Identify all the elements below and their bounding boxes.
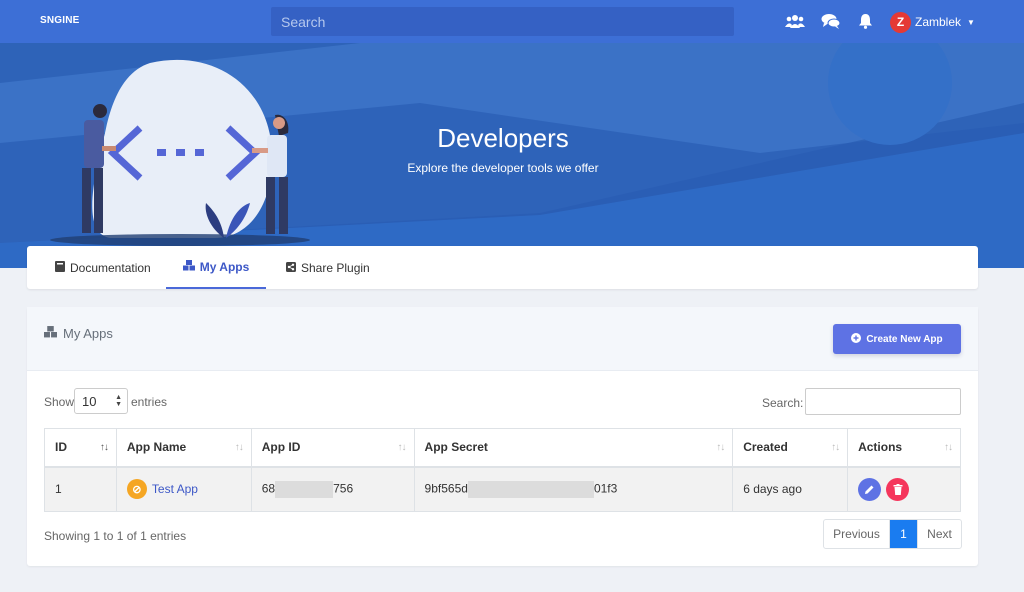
pencil-icon (865, 485, 874, 494)
user-menu[interactable]: Z Zamblek ▼ (890, 11, 975, 33)
pagination: Previous 1 Next (823, 519, 962, 549)
card-title: My Apps (44, 326, 113, 341)
caret-down-icon: ▼ (967, 17, 975, 27)
hero-background (0, 43, 1024, 268)
column-header-actions[interactable]: Actions ↑↓ (847, 428, 961, 468)
global-search[interactable] (271, 7, 734, 36)
site-logo[interactable]: SNGINE (40, 15, 80, 26)
table-header-row: ID ↑↓ App Name ↑↓ App ID ↑↓ App Secret ↑↓ Cr… (44, 428, 961, 468)
table-search-input[interactable] (805, 388, 961, 415)
cubes-icon (182, 259, 195, 274)
sort-icon: ↑↓ (234, 442, 244, 453)
cell-actions (847, 466, 961, 512)
tab-my-apps[interactable]: My Apps (166, 246, 266, 289)
app-logo-icon: ⊘ (126, 479, 147, 500)
column-header-app-id[interactable]: App ID ↑↓ (250, 428, 415, 468)
cell-created: 6 days ago (732, 466, 849, 512)
redacted-blur (275, 480, 334, 498)
entries-value: 10 (82, 393, 97, 409)
column-header-app-name[interactable]: App Name ↑↓ (115, 428, 252, 468)
delete-app-button[interactable] (886, 477, 910, 501)
share-icon (286, 261, 296, 275)
bell-icon[interactable] (855, 12, 875, 30)
tab-label: My Apps (199, 259, 250, 274)
cubes-icon (44, 326, 57, 341)
secret-start: 9bf565d (424, 481, 468, 496)
entries-per-page-select[interactable]: 10 ▲ ▼ (74, 388, 128, 414)
redacted-blur (467, 480, 594, 498)
column-header-app-secret[interactable]: App Secret ↑↓ (413, 428, 734, 468)
hero-banner: Developers Explore the developer tools w… (0, 43, 1024, 268)
avatar: Z (890, 11, 911, 33)
secret-end: 01f3 (593, 481, 618, 496)
hero-title: Developers (437, 123, 569, 153)
create-new-app-label: Create New App (866, 333, 943, 345)
tab-label: Documentation (70, 260, 151, 275)
top-navbar: SNGINE Z Zamblek ▼ (0, 0, 1024, 43)
pagination-next[interactable]: Next (918, 520, 961, 548)
table-row: 1 ⊘ Test App 68 756 9bf565d 01f3 6 days ag… (44, 466, 961, 512)
column-header-created[interactable]: Created ↑↓ (732, 428, 849, 468)
developer-tabs: Documentation My Apps Share Plugin (27, 246, 978, 289)
sort-icon: ↑↓ (99, 442, 109, 453)
hero-subtitle: Explore the developer tools we offer (407, 161, 599, 175)
pagination-page[interactable]: 1 (890, 520, 918, 548)
trash-icon (893, 483, 903, 495)
user-name: Zamblek (915, 15, 962, 29)
app-name-link[interactable]: ⊘ Test App (126, 479, 251, 500)
app-id-start: 68 (261, 481, 276, 496)
app-id-end: 756 (333, 481, 354, 496)
tab-share-plugin[interactable]: Share Plugin (286, 246, 370, 289)
select-arrows-icon: ▲ ▼ (115, 394, 122, 408)
sort-icon: ↑↓ (397, 442, 407, 453)
entries-label: entries (131, 395, 168, 409)
sort-icon: ↑↓ (944, 442, 953, 453)
card-header: My Apps Create New App (27, 307, 978, 371)
people-icon[interactable] (785, 12, 805, 30)
plus-circle-icon (851, 332, 862, 346)
cell-app-name: ⊘ Test App (115, 466, 252, 512)
cell-app-id: 68 756 (250, 466, 415, 512)
global-search-input[interactable] (271, 7, 734, 36)
cell-id: 1 (44, 466, 117, 512)
tab-documentation[interactable]: Documentation (55, 246, 151, 289)
tab-label: Share Plugin (301, 260, 370, 275)
cell-app-secret: 9bf565d 01f3 (413, 466, 734, 512)
create-new-app-button[interactable]: Create New App (833, 324, 961, 354)
app-name-text: Test App (151, 482, 198, 497)
apps-table: ID ↑↓ App Name ↑↓ App ID ↑↓ App Secret ↑↓ Cr… (44, 428, 961, 512)
sort-icon: ↑↓ (716, 442, 725, 453)
column-header-id[interactable]: ID ↑↓ (44, 428, 117, 468)
table-info: Showing 1 to 1 of 1 entries (44, 529, 187, 543)
table-search-label: Search: (762, 396, 804, 410)
pagination-previous[interactable]: Previous (824, 520, 890, 548)
book-icon (55, 260, 65, 275)
show-label: Show (44, 395, 75, 409)
my-apps-card: My Apps Create New App Show 10 ▲ ▼ entrie… (27, 307, 978, 566)
card-title-text: My Apps (63, 326, 113, 341)
chat-icon[interactable] (821, 12, 841, 30)
sort-icon: ↑↓ (831, 442, 840, 453)
edit-app-button[interactable] (858, 477, 882, 501)
